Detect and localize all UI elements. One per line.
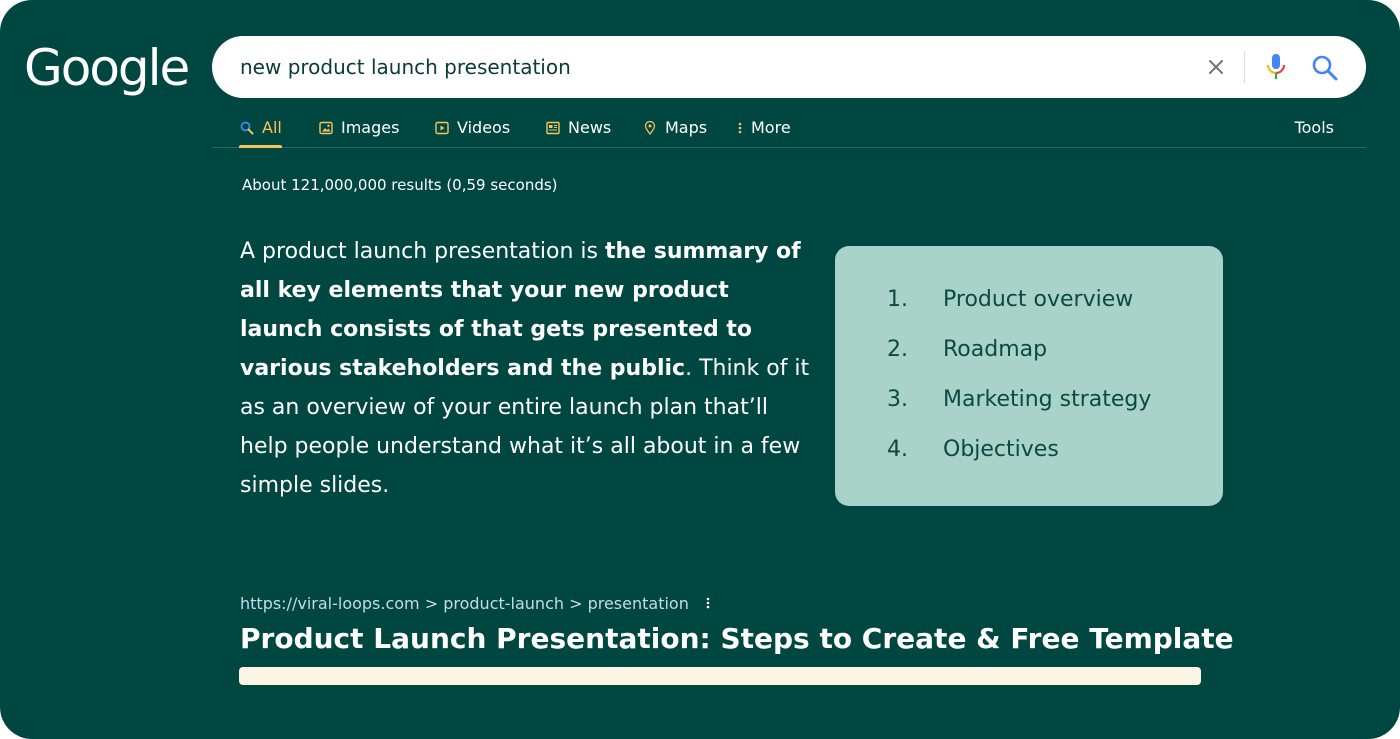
result-stats: About 121,000,000 results (0,59 seconds): [242, 176, 558, 194]
tab-videos[interactable]: Videos: [434, 108, 510, 147]
result-title-link[interactable]: Product Launch Presentation: Steps to Cr…: [240, 618, 1234, 660]
list-item: 2. Roadmap: [887, 334, 1047, 364]
microphone-icon[interactable]: [1264, 52, 1288, 82]
search-divider: [1244, 51, 1245, 83]
highlight-bar: [239, 667, 1201, 685]
tools-button[interactable]: Tools: [1295, 108, 1334, 147]
google-logo[interactable]: Google: [24, 36, 190, 100]
tab-maps-label: Maps: [665, 118, 708, 137]
result-url-text[interactable]: https://viral-loops.com > product-launch…: [240, 594, 689, 613]
list-item: 1. Product overview: [887, 284, 1133, 314]
search-tabs: All Images Videos News Maps More Tools: [212, 108, 1366, 148]
featured-list-card: 1. Product overview 2. Roadmap 3. Market…: [835, 246, 1223, 506]
more-vertical-icon[interactable]: [701, 593, 715, 613]
tab-images[interactable]: Images: [318, 108, 399, 147]
list-item-text: Objectives: [943, 436, 1059, 462]
featured-snippet-text: A product launch presentation is the sum…: [240, 232, 810, 505]
search-icon: [239, 120, 255, 136]
tab-news-label: News: [568, 118, 612, 137]
list-item-number: 4.: [887, 436, 908, 462]
tab-more[interactable]: More: [737, 108, 791, 147]
list-item-number: 2.: [887, 336, 908, 362]
snippet-intro: A product launch presentation is: [240, 239, 605, 264]
search-icon[interactable]: [1310, 53, 1340, 83]
list-item-number: 1.: [887, 286, 908, 312]
tab-videos-label: Videos: [457, 118, 511, 137]
list-item-text: Marketing strategy: [943, 386, 1152, 412]
newspaper-icon: [545, 120, 561, 136]
tab-maps[interactable]: Maps: [642, 108, 707, 147]
close-icon[interactable]: [1204, 55, 1228, 79]
list-item-number: 3.: [887, 386, 908, 412]
play-icon: [434, 120, 450, 136]
tab-images-label: Images: [341, 118, 400, 137]
search-results-page: Google new product launch presentation A…: [0, 0, 1400, 739]
result-url: https://viral-loops.com > product-launch…: [240, 593, 715, 613]
list-item: 3. Marketing strategy: [887, 384, 1151, 414]
list-item-text: Roadmap: [943, 336, 1048, 362]
list-item: 4. Objectives: [887, 434, 1059, 464]
image-icon: [318, 120, 334, 136]
list-item-text: Product overview: [943, 286, 1134, 312]
more-vertical-icon: [737, 120, 743, 136]
search-bar: [212, 36, 1366, 98]
tab-more-label: More: [751, 118, 791, 137]
tab-all-label: All: [262, 118, 282, 137]
map-pin-icon: [642, 120, 658, 136]
tab-news[interactable]: News: [545, 108, 611, 147]
search-input[interactable]: [240, 53, 1140, 81]
tab-all[interactable]: All: [239, 108, 282, 148]
